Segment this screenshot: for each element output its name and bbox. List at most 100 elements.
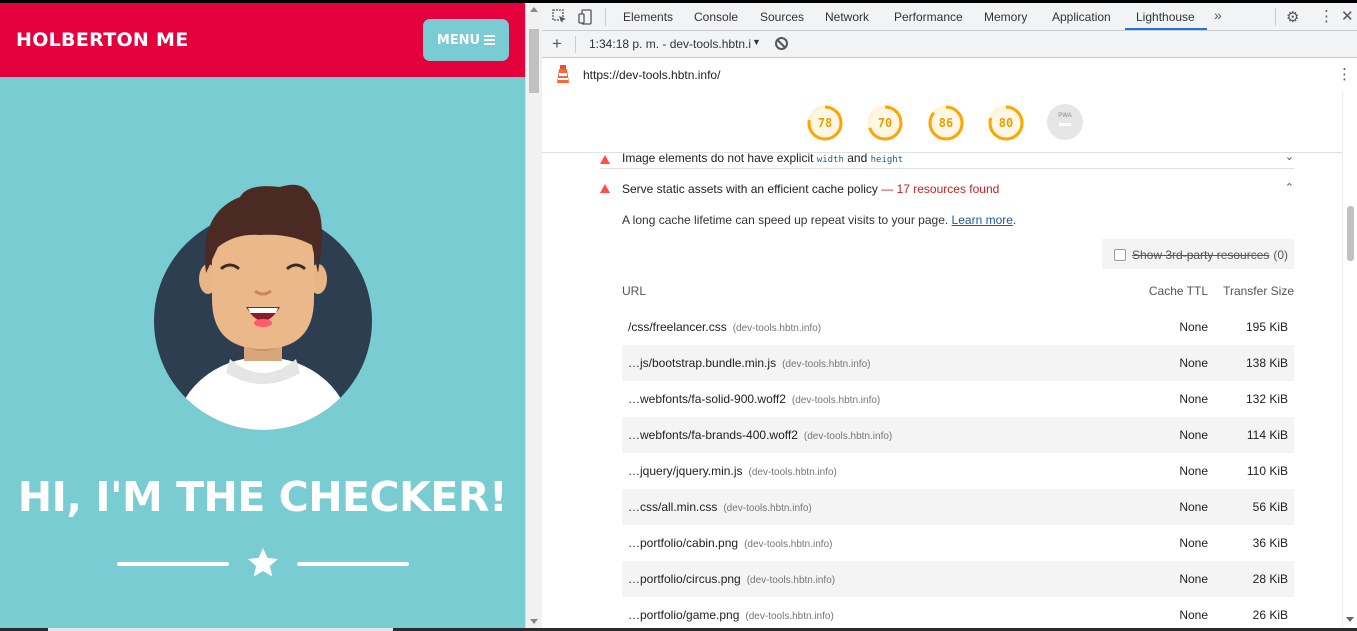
- tab-memory[interactable]: Memory: [984, 10, 1027, 24]
- menu-button-label: MENU: [436, 32, 481, 48]
- resource-cache-ttl: None: [1179, 428, 1208, 442]
- table-row: …css/all.min.css (dev-tools.hbtn.info) No…: [622, 489, 1294, 525]
- pwa-badge[interactable]: PWA: [1047, 104, 1083, 140]
- pwa-badge-label: PWA: [1058, 113, 1072, 119]
- new-report-plus-icon[interactable]: +: [552, 34, 562, 54]
- learn-more-link[interactable]: Learn more: [952, 213, 1013, 227]
- lighthouse-toolbar: + 1:34:18 p. m. - dev-tools.hbtn.i ▼: [542, 31, 1357, 58]
- score-gauge[interactable]: 80: [987, 104, 1025, 142]
- divider-line-right: [297, 562, 409, 566]
- chevron-up-icon[interactable]: ⌃: [1285, 181, 1294, 194]
- table-row: …webfonts/fa-brands-400.woff2 (dev-tools.…: [622, 417, 1294, 453]
- resource-transfer-size: 110 KiB: [1246, 464, 1288, 478]
- table-row: …portfolio/cabin.png (dev-tools.hbtn.info…: [622, 525, 1294, 561]
- score-value: 70: [877, 116, 893, 130]
- scroll-down-arrow-icon[interactable]: [530, 619, 538, 624]
- report-url-bar: https://dev-tools.hbtn.info/ ⋮: [542, 58, 1357, 91]
- score-gauge[interactable]: 86: [927, 104, 965, 142]
- tab-performance[interactable]: Performance: [894, 10, 963, 24]
- resource-transfer-size: 138 KiB: [1245, 356, 1288, 370]
- resource-cache-ttl: None: [1179, 320, 1208, 334]
- more-tabs-chevron-icon[interactable]: »: [1214, 7, 1222, 23]
- audit-title: Serve static assets with an efficient ca…: [622, 182, 1000, 196]
- resource-cache-ttl: None: [1179, 500, 1208, 514]
- third-party-label: Show 3rd-party resources: [1132, 248, 1270, 262]
- third-party-filter[interactable]: Show 3rd-party resources (0): [1102, 239, 1294, 269]
- resource-url[interactable]: /css/freelancer.css (dev-tools.hbtn.info): [628, 320, 821, 334]
- audit-title: Image elements do not have explicit widt…: [622, 153, 904, 165]
- resource-transfer-size: 132 KiB: [1245, 392, 1288, 406]
- resource-cache-ttl: None: [1179, 536, 1208, 550]
- resource-cache-ttl: None: [1179, 464, 1208, 478]
- scroll-down-arrow-icon[interactable]: [1346, 617, 1354, 622]
- star-icon: [248, 548, 278, 577]
- resource-url[interactable]: …webfonts/fa-brands-400.woff2 (dev-tools.…: [628, 428, 892, 442]
- column-header-url: URL: [622, 284, 647, 298]
- report-selector[interactable]: 1:34:18 p. m. - dev-tools.hbtn.i: [589, 37, 751, 51]
- tab-lighthouse[interactable]: Lighthouse: [1136, 10, 1195, 24]
- active-tab-indicator: [1125, 28, 1207, 30]
- resource-url[interactable]: …jquery/jquery.min.js (dev-tools.hbtn.inf…: [628, 464, 837, 478]
- tab-console[interactable]: Console: [694, 10, 738, 24]
- resource-cache-ttl: None: [1179, 392, 1208, 406]
- report-scrollbar-thumb[interactable]: [1347, 206, 1354, 261]
- chevron-down-icon[interactable]: ▼: [752, 37, 761, 47]
- fail-triangle-icon: [600, 155, 610, 164]
- page-scrollbar[interactable]: [525, 3, 542, 628]
- page-scrollbar-thumb[interactable]: [529, 29, 539, 93]
- menu-button[interactable]: MENU: [423, 19, 509, 61]
- table-row: …webfonts/fa-solid-900.woff2 (dev-tools.h…: [622, 381, 1294, 417]
- resource-url[interactable]: …webfonts/fa-solid-900.woff2 (dev-tools.h…: [628, 392, 880, 406]
- site-brand-link[interactable]: HOLBERTON ME: [16, 29, 189, 51]
- score-value: 86: [938, 116, 954, 130]
- resource-url[interactable]: …portfolio/circus.png (dev-tools.hbtn.inf…: [628, 572, 835, 586]
- report-menu-icon[interactable]: ⋮: [1337, 65, 1352, 83]
- score-value: 78: [817, 116, 833, 130]
- resource-cache-ttl: None: [1179, 608, 1208, 622]
- resource-transfer-size: 26 KiB: [1252, 608, 1288, 622]
- audit-display-value: — 17 resources found: [881, 182, 1000, 196]
- resource-url[interactable]: …js/bootstrap.bundle.min.js (dev-tools.hb…: [628, 356, 870, 370]
- hamburger-icon: [484, 35, 496, 45]
- report-scrollbar[interactable]: [1342, 91, 1357, 628]
- devtools-panel: Elements Console Sources Network Perform…: [542, 3, 1357, 628]
- inspect-element-icon[interactable]: [552, 9, 568, 25]
- audit-description: A long cache lifetime can speed up repea…: [622, 213, 1017, 227]
- star-divider: [117, 543, 409, 583]
- table-row: …portfolio/game.png (dev-tools.hbtn.info)…: [622, 597, 1294, 628]
- lighthouse-logo-icon: [557, 65, 569, 83]
- tab-sources[interactable]: Sources: [760, 10, 804, 24]
- chevron-down-icon[interactable]: ⌄: [1285, 153, 1294, 163]
- resource-url[interactable]: …css/all.min.css (dev-tools.hbtn.info): [628, 500, 812, 514]
- devtools-tab-bar: Elements Console Sources Network Perform…: [542, 3, 1357, 31]
- column-header-cache-ttl: Cache TTL: [1148, 284, 1208, 298]
- resource-transfer-size: 56 KiB: [1252, 500, 1288, 514]
- tab-elements[interactable]: Elements: [623, 10, 673, 24]
- resource-url[interactable]: …portfolio/cabin.png (dev-tools.hbtn.info…: [628, 536, 832, 550]
- score-gauge[interactable]: 78: [806, 104, 844, 142]
- clear-reports-icon[interactable]: [775, 37, 788, 50]
- third-party-checkbox[interactable]: [1114, 249, 1126, 261]
- audit-image-dimensions[interactable]: Image elements do not have explicit widt…: [600, 153, 1294, 169]
- resource-transfer-size: 195 KiB: [1245, 320, 1288, 334]
- audit-cache-policy[interactable]: Serve static assets with an efficient ca…: [600, 172, 1294, 202]
- score-value: 80: [998, 116, 1014, 130]
- scroll-up-arrow-icon[interactable]: [530, 7, 538, 12]
- third-party-count: (0): [1273, 248, 1288, 262]
- site-navbar: HOLBERTON ME MENU: [0, 3, 525, 77]
- tab-application[interactable]: Application: [1052, 10, 1111, 24]
- audit-list: Image elements do not have explicit widt…: [542, 153, 1342, 628]
- page-viewport: HOLBERTON ME MENU HI, I'M THE CHECKER!: [0, 3, 525, 628]
- customize-menu-icon[interactable]: ⋮: [1319, 7, 1334, 25]
- report-url: https://dev-tools.hbtn.info/: [583, 68, 721, 82]
- score-gauge[interactable]: 70: [866, 104, 904, 142]
- tab-network[interactable]: Network: [825, 10, 869, 24]
- table-row: …js/bootstrap.bundle.min.js (dev-tools.hb…: [622, 345, 1294, 381]
- column-header-transfer-size: Transfer Size: [1223, 284, 1294, 298]
- gear-icon[interactable]: ⚙: [1286, 8, 1299, 26]
- close-icon[interactable]: ✕: [1341, 7, 1354, 25]
- device-toolbar-icon[interactable]: [578, 9, 594, 25]
- avatar-illustration: [154, 184, 372, 430]
- resource-url[interactable]: …portfolio/game.png (dev-tools.hbtn.info): [628, 608, 834, 622]
- score-gauges: 78 70 86 80 PWA: [542, 91, 1342, 153]
